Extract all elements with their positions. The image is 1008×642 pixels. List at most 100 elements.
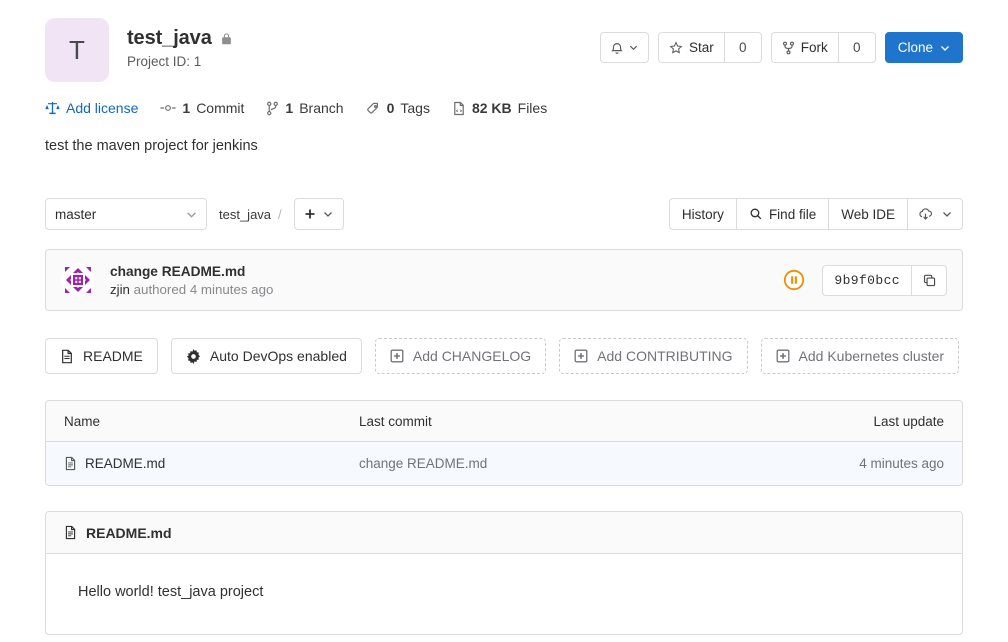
stat-branches[interactable]: 1 Branch: [266, 100, 344, 116]
header-actions: Star 0 Fork 0 Clone: [599, 18, 963, 63]
history-button[interactable]: History: [668, 198, 736, 230]
clone-button[interactable]: Clone: [884, 32, 963, 63]
pipeline-paused-icon[interactable]: [783, 269, 805, 291]
fork-button[interactable]: Fork: [770, 32, 838, 63]
commit-icon: [160, 101, 176, 115]
add-contributing-button[interactable]: Add CONTRIBUTING: [559, 338, 748, 374]
notifications-button[interactable]: [599, 32, 649, 63]
fork-icon: [782, 41, 795, 55]
star-icon: [669, 40, 683, 55]
stat-tags-value: 0: [386, 100, 395, 116]
star-label: Star: [688, 40, 714, 55]
clone-label: Clone: [897, 40, 933, 55]
file-name-cell[interactable]: README.md: [64, 456, 359, 471]
chevron-down-icon: [629, 43, 638, 52]
column-header-last-commit: Last commit: [359, 413, 432, 429]
scale-icon: [45, 101, 60, 116]
stat-commits[interactable]: 1 Commit: [160, 100, 244, 116]
find-file-button[interactable]: Find file: [735, 198, 829, 230]
file-list-header: Name Last commit Last update: [46, 401, 962, 442]
last-commit-title[interactable]: change README.md: [110, 264, 783, 279]
branch-selector[interactable]: master: [45, 198, 207, 230]
readme-body: Hello world! test_java project: [78, 584, 264, 600]
tag-icon: [366, 101, 381, 116]
add-changelog-label: Add CHANGELOG: [412, 348, 532, 364]
add-changelog-button[interactable]: Add CHANGELOG: [374, 338, 547, 374]
download-source-button[interactable]: [907, 198, 963, 230]
project-meta: test_java Project ID: 1: [127, 18, 600, 69]
project-page: T test_java Project ID: 1 Star 0 Fork 0 …: [0, 0, 1008, 642]
branch-selector-value: master: [55, 206, 97, 222]
readme-header: README.md: [46, 512, 962, 554]
page-title: test_java: [127, 27, 212, 49]
file-name-label: README.md: [85, 456, 166, 471]
history-label: History: [681, 206, 724, 222]
project-header: T test_java Project ID: 1 Star 0 Fork 0 …: [45, 0, 963, 82]
repository-toolbar-actions: History Find file Web IDE: [668, 198, 963, 230]
project-avatar: T: [45, 18, 109, 82]
fork-count: 0: [837, 32, 876, 63]
fork-button-group: Fork 0: [770, 32, 876, 63]
add-kubernetes-cluster-label: Add Kubernetes cluster: [798, 348, 945, 364]
commit-sha[interactable]: 9b9f0bcc: [822, 264, 911, 296]
breadcrumb-separator: /: [278, 206, 282, 222]
cloud-download-icon: [918, 207, 933, 222]
quick-actions: README Auto DevOps enabled Add CHANGELOG: [45, 338, 963, 374]
project-id: Project ID: 1: [127, 54, 202, 69]
stat-branches-value: 1: [285, 100, 294, 116]
lock-icon: [220, 32, 233, 46]
chevron-down-icon: [186, 209, 197, 220]
gear-icon: [186, 348, 201, 364]
plus-square-icon: [574, 349, 588, 363]
project-stats: Add license 1 Commit 1 Branch 0 Tags 82 …: [45, 100, 963, 116]
file-list: Name Last commit Last update README.md c…: [45, 400, 963, 486]
auto-devops-button-label: Auto DevOps enabled: [209, 348, 347, 364]
fork-label: Fork: [800, 40, 828, 55]
stat-files-size-label: Files: [517, 100, 548, 116]
readme-button[interactable]: README: [45, 338, 158, 374]
stat-commits-label: Commit: [196, 100, 245, 116]
readme-panel: README.md Hello world! test_java project: [45, 511, 963, 635]
last-commit-meta: zjin authored 4 minutes ago: [110, 282, 783, 297]
column-header-last-update: Last update: [873, 413, 944, 429]
last-commit-card: change README.md zjin authored 4 minutes…: [45, 249, 963, 311]
stat-tags-label: Tags: [400, 100, 430, 116]
web-ide-button[interactable]: Web IDE: [828, 198, 907, 230]
file-last-commit[interactable]: change README.md: [359, 456, 784, 471]
table-row[interactable]: README.md change README.md 4 minutes ago: [46, 442, 962, 485]
copy-icon[interactable]: [911, 264, 947, 296]
star-count: 0: [723, 32, 762, 63]
chevron-down-icon: [942, 209, 952, 219]
identicon-avatar: [61, 263, 95, 297]
stat-add-license[interactable]: Add license: [45, 100, 138, 116]
auto-devops-button[interactable]: Auto DevOps enabled: [170, 338, 362, 374]
readme-title: README.md: [86, 524, 172, 541]
breadcrumb-root[interactable]: test_java: [219, 207, 271, 222]
file-last-update: 4 minutes ago: [859, 456, 944, 471]
file-icon: [64, 456, 77, 471]
breadcrumb: test_java /: [219, 207, 282, 222]
stat-tags[interactable]: 0 Tags: [366, 100, 430, 116]
find-file-label: Find file: [768, 206, 817, 222]
chevron-down-icon: [940, 43, 950, 53]
search-icon: [749, 207, 763, 221]
bell-icon: [610, 41, 624, 55]
add-kubernetes-cluster-button[interactable]: Add Kubernetes cluster: [760, 338, 960, 374]
plus-icon: [304, 208, 316, 220]
file-icon: [64, 525, 77, 540]
star-button[interactable]: Star: [657, 32, 724, 63]
project-description: test the maven project for jenkins: [45, 138, 258, 154]
readme-button-label: README: [83, 348, 143, 364]
repository-toolbar: master test_java / History Find file Web…: [45, 198, 963, 230]
add-to-repo-button[interactable]: [293, 198, 344, 230]
file-size-icon: [452, 101, 466, 116]
stat-files-size[interactable]: 82 KB Files: [452, 100, 547, 116]
doc-icon: [60, 349, 74, 364]
plus-square-icon: [776, 349, 790, 363]
last-commit-author[interactable]: zjin: [110, 282, 130, 297]
star-button-group: Star 0: [657, 32, 762, 63]
last-commit-time: authored 4 minutes ago: [133, 281, 274, 297]
plus-square-icon: [390, 349, 404, 363]
stat-add-license-label: Add license: [66, 100, 139, 116]
chevron-down-icon: [323, 209, 333, 219]
